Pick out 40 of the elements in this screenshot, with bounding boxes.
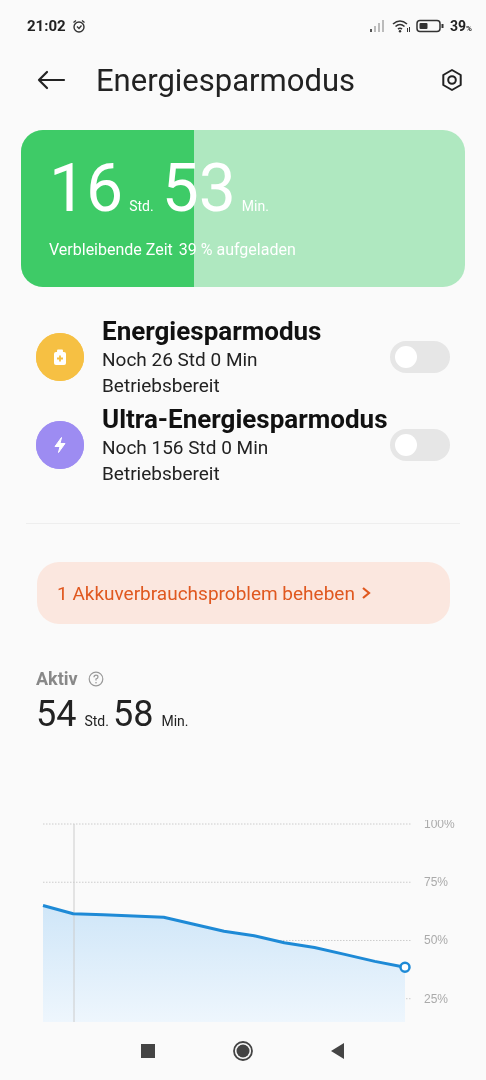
- hours-unit: Std.: [129, 198, 154, 214]
- mode-title: Energiesparmodus: [102, 315, 323, 347]
- remaining-label: Verbleibende Zeit: [49, 240, 173, 259]
- battery-plus-icon: [36, 333, 84, 381]
- page-title: Energiesparmodus: [96, 61, 356, 99]
- back-arrow-icon: [36, 70, 66, 90]
- current-point-marker: [399, 961, 411, 973]
- chevron-right-icon: [360, 586, 371, 600]
- home-button[interactable]: [233, 1041, 253, 1061]
- axis-tick-label: 100%: [424, 820, 455, 831]
- mode-remaining: Noch 156 Std 0 Min: [102, 435, 270, 461]
- battery-icon: [416, 19, 444, 33]
- back-button[interactable]: [36, 70, 66, 90]
- circle-icon: [233, 1041, 253, 1061]
- help-icon: [87, 670, 104, 687]
- mode-title: Ultra-Energiesparmodus: [102, 403, 388, 435]
- active-label: Aktiv: [36, 668, 78, 689]
- fix-problem-button[interactable]: 1 Akkuverbrauchsproblem beheben: [37, 562, 450, 624]
- mode-status: Betriebsbereit: [102, 373, 221, 399]
- axis-tick-label: 75%: [424, 875, 449, 890]
- mode-remaining: Noch 26 Std 0 Min: [102, 347, 259, 373]
- settings-button[interactable]: [440, 68, 464, 92]
- hours-value: 16: [49, 156, 124, 222]
- battery-percent: 39%: [450, 18, 472, 34]
- minutes-unit: Min.: [241, 198, 269, 214]
- axis-tick-label: 50%: [424, 933, 449, 948]
- minutes-unit: Min.: [161, 713, 189, 729]
- toggle-switch[interactable]: [390, 341, 450, 373]
- hours-unit: Std.: [84, 713, 109, 729]
- axis-tick-label: 25%: [424, 991, 449, 1006]
- mode-status: Betriebsbereit: [102, 461, 221, 487]
- clock-time: 21:02: [27, 17, 66, 35]
- active-minutes: 58: [112, 693, 154, 735]
- signal-icon: [370, 20, 386, 32]
- active-hours: 54: [36, 693, 77, 735]
- settings-icon: [440, 68, 464, 92]
- wifi-icon: [392, 19, 410, 33]
- lightning-icon: [36, 421, 84, 469]
- alarm-icon: [71, 19, 86, 33]
- toggle-switch[interactable]: [390, 429, 450, 461]
